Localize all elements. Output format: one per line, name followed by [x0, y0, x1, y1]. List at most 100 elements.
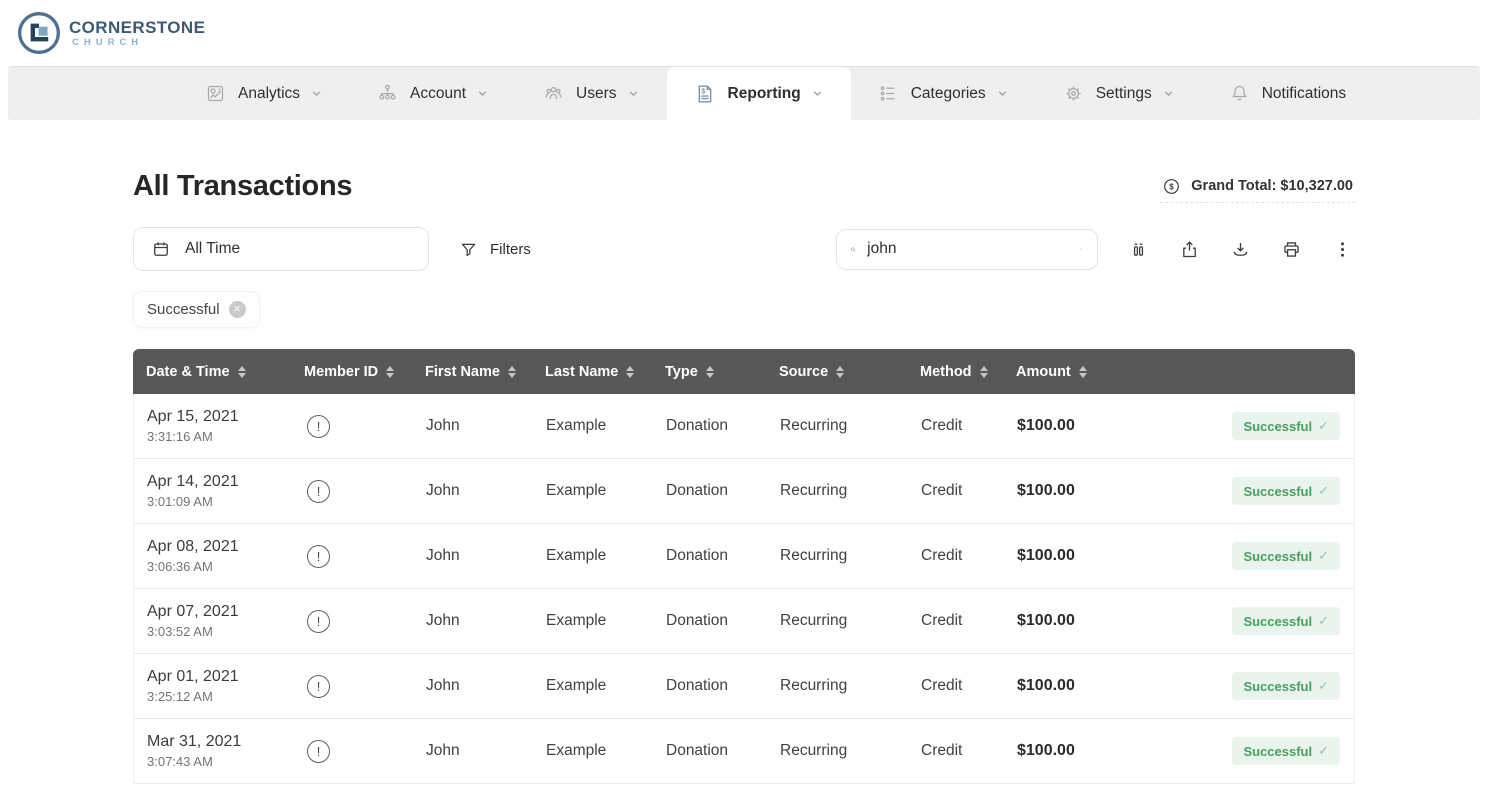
- status-label: Successful: [1243, 744, 1312, 759]
- alert-circle-icon[interactable]: !: [307, 740, 330, 763]
- account-icon: [377, 83, 398, 104]
- cell-member-id: !: [292, 394, 413, 458]
- cell-first-name: John: [413, 719, 533, 783]
- more-options-button[interactable]: [1329, 236, 1355, 262]
- cell-status: Successful ✓: [1134, 589, 1354, 653]
- nav-item-reporting[interactable]: $ Reporting: [667, 67, 851, 120]
- share-button[interactable]: [1176, 236, 1202, 262]
- cell-date: Apr 08, 2021 3:06:36 AM: [134, 524, 292, 588]
- cell-date: Apr 15, 2021 3:31:16 AM: [134, 394, 292, 458]
- cell-date: Apr 07, 2021 3:03:52 AM: [134, 589, 292, 653]
- cell-member-id: !: [292, 589, 413, 653]
- check-icon: ✓: [1318, 743, 1329, 759]
- users-icon: [543, 83, 564, 104]
- column-header-source[interactable]: Source: [766, 349, 907, 394]
- nav-item-account[interactable]: Account: [350, 67, 516, 120]
- cell-source: Recurring: [767, 459, 908, 523]
- nav-label: Analytics: [238, 85, 300, 103]
- cell-last-name: Example: [533, 459, 653, 523]
- alert-circle-icon[interactable]: !: [307, 480, 330, 503]
- column-header-type[interactable]: Type: [652, 349, 766, 394]
- print-button[interactable]: [1278, 236, 1304, 262]
- cell-first-name: John: [413, 524, 533, 588]
- column-label: Date & Time: [146, 364, 230, 380]
- column-header-status: [1133, 349, 1355, 394]
- column-header-amount[interactable]: Amount: [1003, 349, 1133, 394]
- reporting-icon: $: [694, 83, 716, 105]
- column-header-first-name[interactable]: First Name: [412, 349, 532, 394]
- cell-member-id: !: [292, 719, 413, 783]
- search-icon: [850, 240, 856, 259]
- column-header-member-id[interactable]: Member ID: [291, 349, 412, 394]
- kebab-icon: [1332, 239, 1353, 260]
- search-input[interactable]: [867, 240, 1067, 258]
- clear-search-icon[interactable]: [1078, 240, 1084, 258]
- check-icon: ✓: [1318, 418, 1329, 434]
- alert-circle-icon[interactable]: !: [307, 610, 330, 633]
- active-filters-row: Successful ✕: [133, 291, 1355, 328]
- nav-label: Reporting: [728, 85, 801, 103]
- columns-button[interactable]: [1125, 236, 1151, 262]
- main-content: All Transactions $ Grand Total: $10,327.…: [133, 170, 1355, 784]
- status-label: Successful: [1243, 614, 1312, 629]
- transaction-time: 3:03:52 AM: [147, 624, 213, 639]
- filter-chip-successful[interactable]: Successful ✕: [133, 291, 260, 328]
- cell-status: Successful ✓: [1134, 524, 1354, 588]
- cell-amount: $100.00: [1004, 589, 1134, 653]
- nav-item-users[interactable]: Users: [516, 67, 666, 120]
- table-row[interactable]: Mar 31, 2021 3:07:43 AM ! John Example D…: [134, 719, 1354, 784]
- table-row[interactable]: Apr 01, 2021 3:25:12 AM ! John Example D…: [134, 654, 1354, 719]
- table-header-row: Date & Time Member IDFirst NameLast NameT…: [133, 349, 1355, 394]
- chevron-down-icon: [476, 87, 489, 100]
- nav-item-categories[interactable]: Categories: [851, 67, 1036, 120]
- table-row[interactable]: Apr 14, 2021 3:01:09 AM ! John Example D…: [134, 459, 1354, 524]
- top-bar: CORNERSTONE CHURCH: [0, 0, 1488, 66]
- transaction-date: Apr 01, 2021: [147, 668, 239, 686]
- download-button[interactable]: [1227, 236, 1253, 262]
- cell-amount: $100.00: [1004, 654, 1134, 718]
- check-icon: ✓: [1318, 548, 1329, 564]
- alert-circle-icon[interactable]: !: [307, 675, 330, 698]
- sort-icon: [980, 366, 988, 378]
- cell-status: Successful ✓: [1134, 394, 1354, 458]
- cell-last-name: Example: [533, 524, 653, 588]
- table-row[interactable]: Apr 07, 2021 3:03:52 AM ! John Example D…: [134, 589, 1354, 654]
- column-header-date-time[interactable]: Date & Time: [133, 349, 291, 394]
- gear-icon: [1063, 83, 1084, 104]
- check-icon: ✓: [1318, 613, 1329, 629]
- grand-total[interactable]: $ Grand Total: $10,327.00: [1160, 171, 1355, 203]
- alert-circle-icon[interactable]: !: [307, 415, 330, 438]
- column-header-method[interactable]: Method: [907, 349, 1003, 394]
- status-badge: Successful ✓: [1232, 477, 1340, 505]
- sort-icon: [1079, 366, 1087, 378]
- table-row[interactable]: Apr 15, 2021 3:31:16 AM ! John Example D…: [134, 394, 1354, 459]
- table-row[interactable]: Apr 08, 2021 3:06:36 AM ! John Example D…: [134, 524, 1354, 589]
- date-range-selector[interactable]: All Time: [133, 227, 429, 271]
- cell-type: Donation: [653, 589, 767, 653]
- cell-amount: $100.00: [1004, 719, 1134, 783]
- check-icon: ✓: [1318, 678, 1329, 694]
- sort-icon: [508, 366, 516, 378]
- nav-label: Settings: [1096, 85, 1152, 103]
- chevron-down-icon: [1162, 87, 1175, 100]
- nav-item-settings[interactable]: Settings: [1036, 67, 1202, 120]
- cell-status: Successful ✓: [1134, 654, 1354, 718]
- cell-type: Donation: [653, 524, 767, 588]
- sort-icon: [706, 366, 714, 378]
- nav-item-analytics[interactable]: Analytics: [178, 67, 350, 120]
- brand-logo[interactable]: CORNERSTONE CHURCH: [16, 10, 205, 56]
- brand-name: CORNERSTONE CHURCH: [69, 19, 205, 48]
- filters-button[interactable]: Filters: [459, 240, 531, 259]
- alert-circle-icon[interactable]: !: [307, 545, 330, 568]
- cornerstone-logo-icon: [16, 10, 62, 56]
- transaction-time: 3:25:12 AM: [147, 689, 213, 704]
- bell-icon: [1229, 83, 1250, 104]
- brand-name-bottom: CHURCH: [69, 38, 205, 48]
- cell-first-name: John: [413, 394, 533, 458]
- remove-filter-icon[interactable]: ✕: [229, 301, 246, 318]
- sort-icon: [836, 366, 844, 378]
- nav-item-notifications[interactable]: Notifications: [1202, 67, 1373, 120]
- column-header-last-name[interactable]: Last Name: [532, 349, 652, 394]
- cell-first-name: John: [413, 459, 533, 523]
- status-label: Successful: [1243, 549, 1312, 564]
